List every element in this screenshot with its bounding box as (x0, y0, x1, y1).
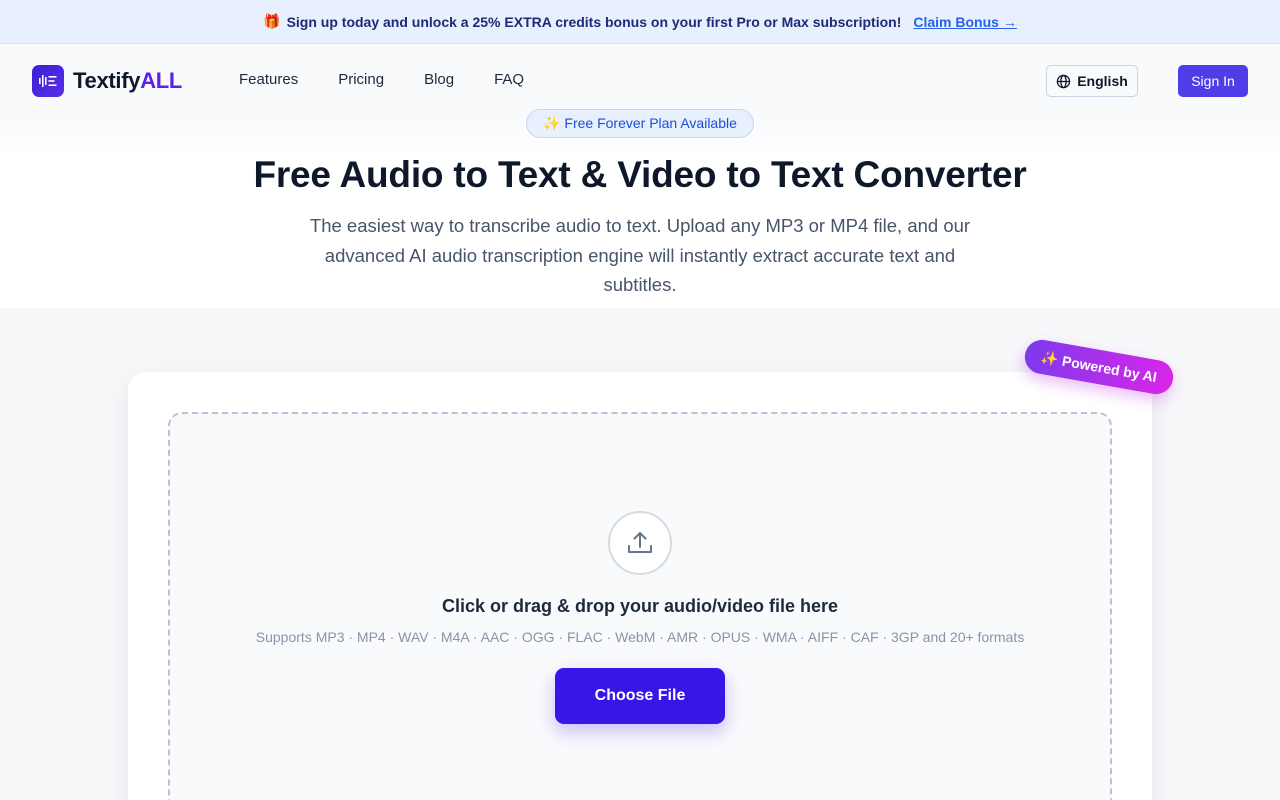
free-plan-badge: ✨ Free Forever Plan Available (526, 109, 754, 138)
gift-icon: 🎁 (263, 13, 281, 29)
page-title: Free Audio to Text & Video to Text Conve… (253, 154, 1027, 195)
nav-faq[interactable]: FAQ (494, 71, 524, 88)
site-header: TextifyALL Features Pricing Blog FAQ Eng… (0, 45, 1280, 115)
globe-icon (1056, 74, 1071, 88)
language-selector[interactable]: English (1046, 65, 1138, 97)
logo-accent: ALL (140, 68, 183, 93)
main-nav: Features Pricing Blog FAQ (239, 71, 564, 88)
sign-in-button[interactable]: Sign In (1178, 65, 1248, 97)
dropzone-title: Click or drag & drop your audio/video fi… (441, 596, 839, 616)
choose-file-button[interactable]: Choose File (555, 668, 725, 724)
supported-formats: Supports MP3 · MP4 · WAV · M4A · AAC · O… (255, 629, 1025, 645)
language-label: English (1077, 73, 1128, 89)
nav-blog[interactable]: Blog (424, 71, 454, 88)
hero-subtitle: The easiest way to transcribe audio to t… (309, 215, 971, 295)
logo-text: TextifyALL (73, 68, 182, 94)
promo-banner: 🎁 Sign up today and unlock a 25% EXTRA c… (0, 0, 1280, 44)
nav-features[interactable]: Features (239, 71, 298, 88)
upload-icon (628, 532, 652, 553)
logo[interactable]: TextifyALL (32, 65, 182, 97)
claim-bonus-link[interactable]: Claim Bonus → (913, 14, 1016, 30)
upload-icon-wrapper[interactable] (608, 511, 672, 575)
soundwave-logo-icon (32, 65, 64, 97)
nav-pricing[interactable]: Pricing (338, 71, 384, 88)
logo-main: Textify (73, 68, 141, 93)
promo-text: Sign up today and unlock a 25% EXTRA cre… (286, 13, 902, 30)
